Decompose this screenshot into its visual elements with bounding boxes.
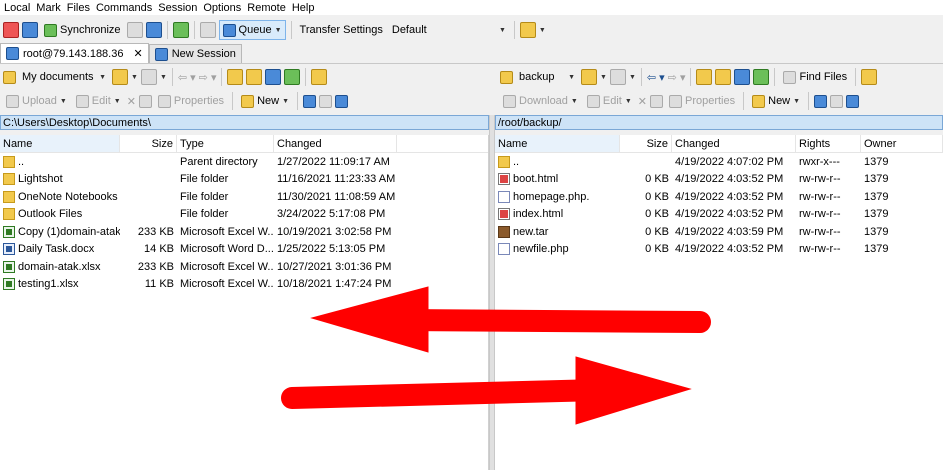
left-arrow-shaft <box>389 309 711 333</box>
annotation-arrows <box>281 286 711 425</box>
right-arrow-shaft <box>281 379 611 409</box>
left-arrow-head <box>310 286 429 353</box>
right-arrow-head <box>575 356 692 425</box>
